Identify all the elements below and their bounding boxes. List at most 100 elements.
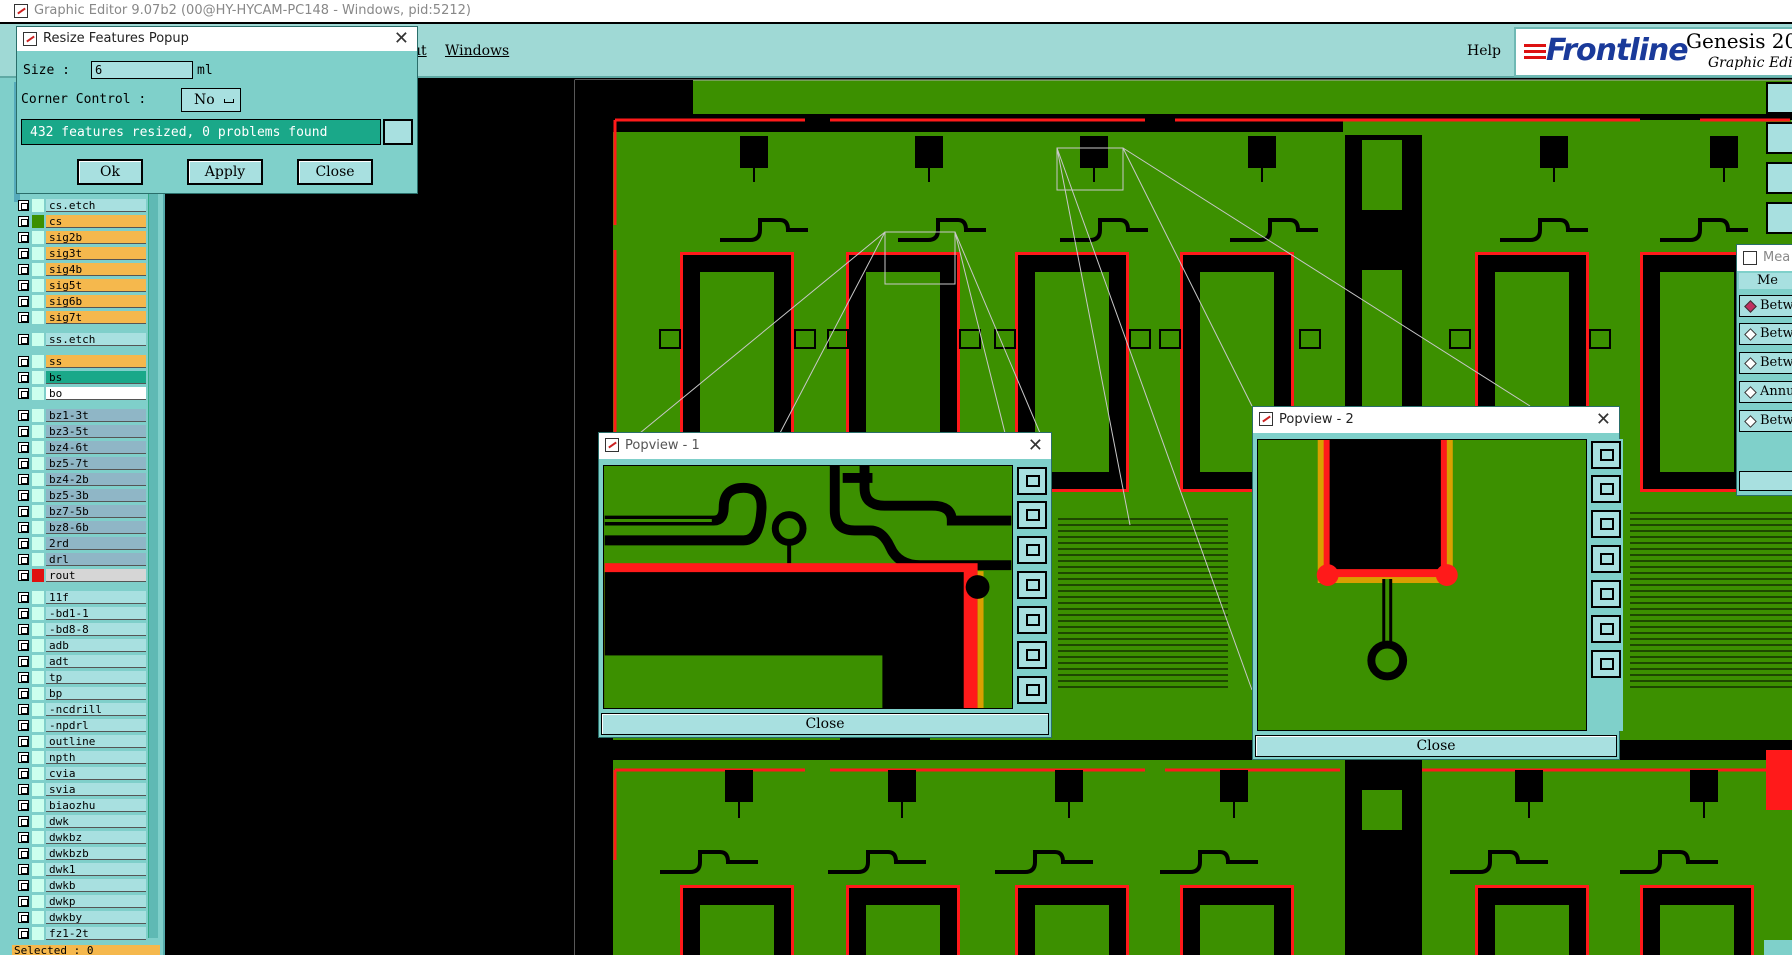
pan-down-icon[interactable] <box>1017 536 1047 564</box>
layer-checkbox[interactable] <box>18 506 29 517</box>
layer-checkbox[interactable] <box>18 928 29 939</box>
layer-checkbox[interactable] <box>18 784 29 795</box>
layer-checkbox[interactable] <box>18 752 29 763</box>
layer-name[interactable]: dwkby <box>46 911 146 924</box>
popview-1-canvas[interactable] <box>603 465 1013 709</box>
layer-checkbox[interactable] <box>18 248 29 259</box>
layer-color-swatch[interactable] <box>32 911 44 924</box>
popview-2-canvas[interactable] <box>1257 439 1587 731</box>
layer-color-swatch[interactable] <box>32 831 44 844</box>
layer-name[interactable]: bz3-5t <box>46 425 146 438</box>
layer-name[interactable]: bs <box>46 371 146 384</box>
layer-checkbox[interactable] <box>18 848 29 859</box>
layer-checkbox[interactable] <box>18 640 29 651</box>
layer-color-swatch[interactable] <box>32 537 44 550</box>
layer-color-swatch[interactable] <box>32 703 44 716</box>
layer-checkbox[interactable] <box>18 800 29 811</box>
measure-close-button[interactable] <box>1739 471 1792 491</box>
layer-name[interactable]: -ncdrill <box>46 703 146 716</box>
layer-color-swatch[interactable] <box>32 553 44 566</box>
layer-color-swatch[interactable] <box>32 247 44 260</box>
close-icon[interactable]: ✕ <box>394 27 409 51</box>
layer-color-swatch[interactable] <box>32 409 44 422</box>
layer-row-bd1-1[interactable]: -bd1-1 <box>14 606 146 621</box>
pan-left-icon[interactable] <box>1591 545 1621 573</box>
layer-color-swatch[interactable] <box>32 863 44 876</box>
layer-name[interactable]: sig2b <box>46 231 146 244</box>
layer-checkbox[interactable] <box>18 624 29 635</box>
layer-color-swatch[interactable] <box>32 751 44 764</box>
layer-checkbox[interactable] <box>18 704 29 715</box>
right-tool-2-icon[interactable] <box>1766 122 1792 154</box>
layer-checkbox[interactable] <box>18 490 29 501</box>
layer-color-swatch[interactable] <box>32 279 44 292</box>
layer-row-tp[interactable]: tp <box>14 670 146 685</box>
pan-left-icon[interactable] <box>1017 571 1047 599</box>
menu-windows[interactable]: Windows <box>445 43 509 59</box>
layer-name[interactable]: outline <box>46 735 146 748</box>
layer-checkbox[interactable] <box>18 474 29 485</box>
popview-1-close-button[interactable]: Close <box>601 713 1049 735</box>
layer-checkbox[interactable] <box>18 442 29 453</box>
layer-row-dwkbzb[interactable]: dwkbzb <box>14 846 146 861</box>
layer-color-swatch[interactable] <box>32 521 44 534</box>
layer-name[interactable]: sig7t <box>46 311 146 324</box>
layer-row-bz1-3t[interactable]: bz1-3t <box>14 408 146 423</box>
layer-name[interactable]: drl <box>46 553 146 566</box>
layer-row-fz1-2t[interactable]: fz1-2t <box>14 926 146 941</box>
right-tool-3-icon[interactable] <box>1766 162 1792 194</box>
layer-row-bz3-5t[interactable]: bz3-5t <box>14 424 146 439</box>
layer-name[interactable]: -bd1-1 <box>46 607 146 620</box>
corner-control-select[interactable]: No <box>181 88 241 112</box>
measure-option-3[interactable]: Betw <box>1739 352 1792 374</box>
layer-color-swatch[interactable] <box>32 505 44 518</box>
layer-row-2rd[interactable]: 2rd <box>14 536 146 551</box>
layer-color-swatch[interactable] <box>32 441 44 454</box>
layer-checkbox[interactable] <box>18 896 29 907</box>
zoom-out-icon[interactable] <box>1591 650 1621 678</box>
layer-row-rout[interactable]: rout <box>14 568 146 583</box>
layer-color-swatch[interactable] <box>32 199 44 212</box>
layer-name[interactable]: bz8-6b <box>46 521 146 534</box>
layer-color-swatch[interactable] <box>32 623 44 636</box>
pan-up-icon[interactable] <box>1591 475 1621 503</box>
ok-button[interactable]: Ok <box>77 159 143 185</box>
layer-color-swatch[interactable] <box>32 847 44 860</box>
pan-right-icon[interactable] <box>1591 580 1621 608</box>
layer-row-bz4-6t[interactable]: bz4-6t <box>14 440 146 455</box>
layer-name[interactable]: sig6b <box>46 295 146 308</box>
layer-color-swatch[interactable] <box>32 295 44 308</box>
measure-icon[interactable] <box>383 119 413 145</box>
layer-name[interactable]: -npdrl <box>46 719 146 732</box>
layer-checkbox[interactable] <box>18 388 29 399</box>
layer-name[interactable]: dwkb <box>46 879 146 892</box>
layer-checkbox[interactable] <box>18 608 29 619</box>
layer-name[interactable]: bz5-7t <box>46 457 146 470</box>
close-icon[interactable]: ✕ <box>1596 407 1611 433</box>
apply-button[interactable]: Apply <box>187 159 263 185</box>
layer-row-svia[interactable]: svia <box>14 782 146 797</box>
layer-color-swatch[interactable] <box>32 311 44 324</box>
layer-checkbox[interactable] <box>18 296 29 307</box>
layer-checkbox[interactable] <box>18 672 29 683</box>
layer-name[interactable]: bz4-2b <box>46 473 146 486</box>
layer-checkbox[interactable] <box>18 864 29 875</box>
layer-checkbox[interactable] <box>18 280 29 291</box>
layer-color-swatch[interactable] <box>32 569 44 582</box>
pan-up-icon[interactable] <box>1017 501 1047 529</box>
layer-color-swatch[interactable] <box>32 371 44 384</box>
layer-name[interactable]: ss.etch <box>46 333 146 346</box>
layer-color-swatch[interactable] <box>32 639 44 652</box>
layer-row-ss[interactable]: ss <box>14 354 146 369</box>
layer-color-swatch[interactable] <box>32 231 44 244</box>
zoom-window-icon[interactable] <box>1591 441 1621 469</box>
layer-row-bs[interactable]: bs <box>14 370 146 385</box>
layer-checkbox[interactable] <box>18 216 29 227</box>
layer-name[interactable]: sig5t <box>46 279 146 292</box>
layer-color-swatch[interactable] <box>32 783 44 796</box>
layer-checkbox[interactable] <box>18 832 29 843</box>
layer-name[interactable]: adb <box>46 639 146 652</box>
layer-name[interactable]: npth <box>46 751 146 764</box>
layer-color-swatch[interactable] <box>32 735 44 748</box>
layer-checkbox[interactable] <box>18 688 29 699</box>
